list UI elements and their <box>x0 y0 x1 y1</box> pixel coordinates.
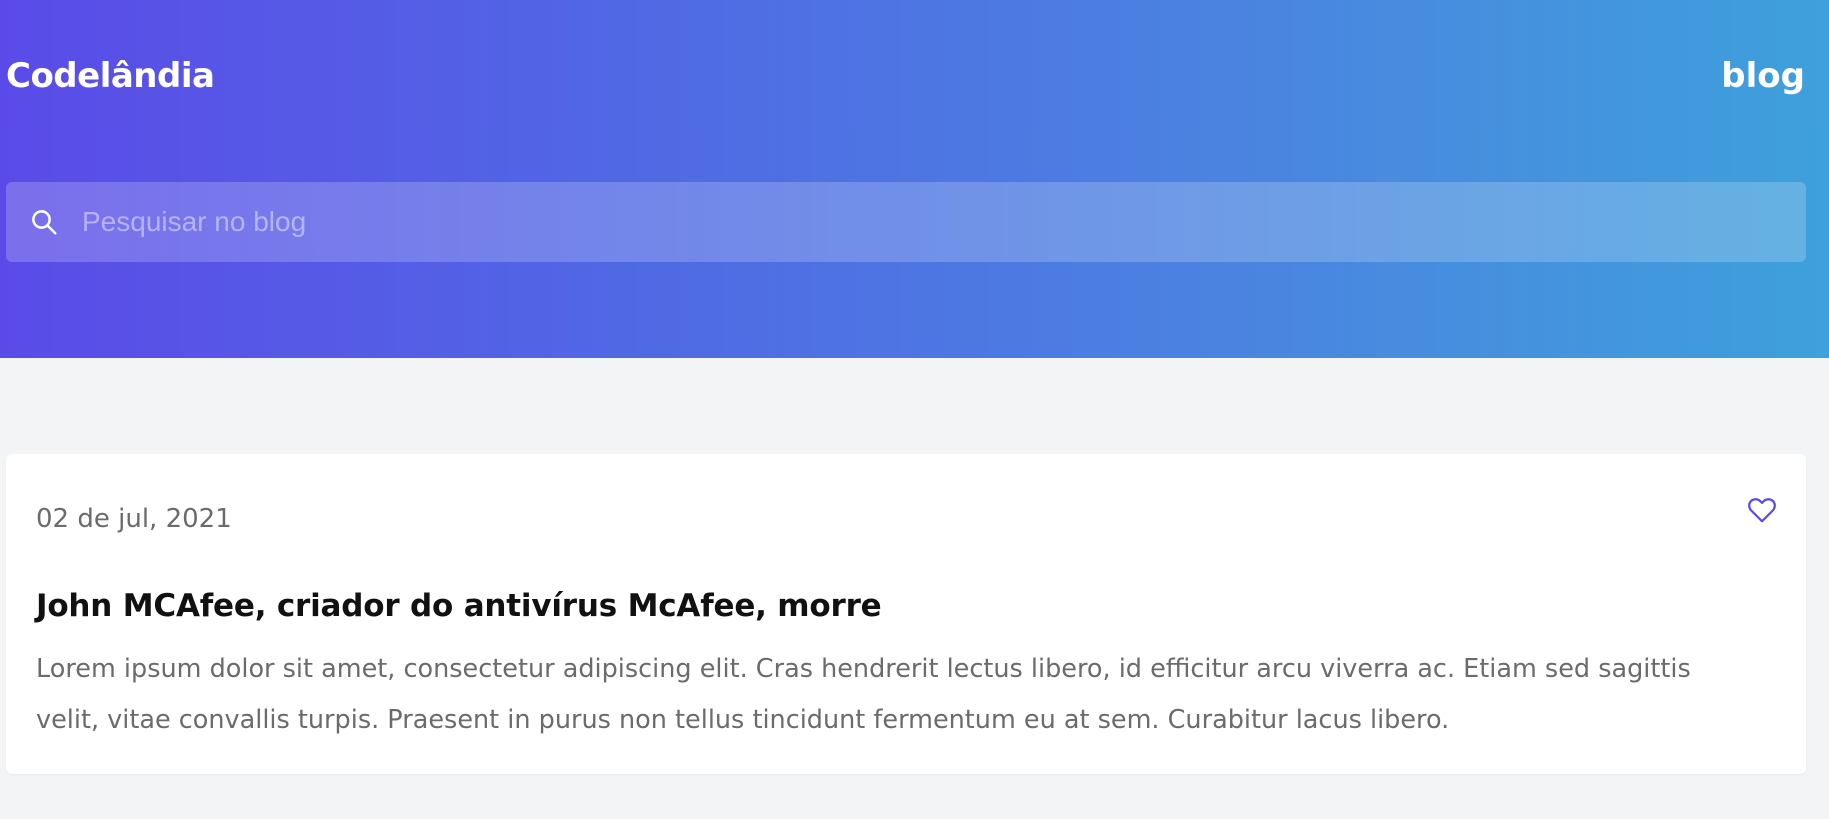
search-input[interactable] <box>80 191 1786 253</box>
like-button[interactable] <box>1744 494 1780 530</box>
post-card[interactable]: 02 de jul, 2021 John MCAfee, criador do … <box>6 454 1806 774</box>
heart-icon <box>1747 496 1777 529</box>
post-date: 02 de jul, 2021 <box>36 504 232 534</box>
brand-logo[interactable]: Codelândia <box>6 56 215 96</box>
blog-header: Codelândia blog <box>0 0 1829 358</box>
post-excerpt: Lorem ipsum dolor sit amet, consectetur … <box>36 654 1691 735</box>
search-bar <box>6 182 1806 262</box>
post-title[interactable]: John MCAfee, criador do antivírus McAfee… <box>36 588 882 624</box>
nav-link-blog[interactable]: blog <box>1721 56 1805 96</box>
search-icon <box>24 202 64 242</box>
